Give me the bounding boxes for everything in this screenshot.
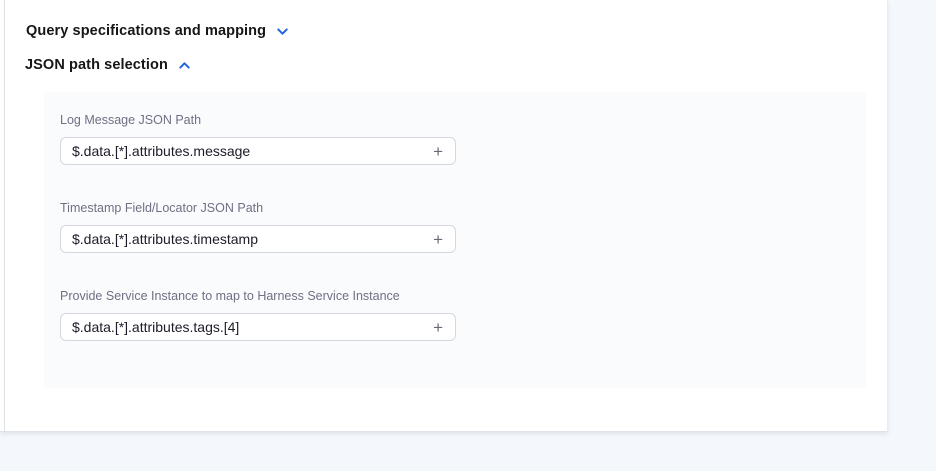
- json-path-selection-panel: Log Message JSON Path + Timestamp Field/…: [44, 92, 866, 388]
- accordion-json-path-selection-label: JSON path selection: [25, 57, 168, 73]
- field-service-instance-json-path: Provide Service Instance to map to Harne…: [60, 288, 850, 341]
- log-message-json-path-input[interactable]: [72, 143, 431, 159]
- field-timestamp-json-path: Timestamp Field/Locator JSON Path +: [60, 200, 850, 253]
- page: Query specifications and mapping JSON pa…: [0, 0, 936, 471]
- service-instance-json-path-label: Provide Service Instance to map to Harne…: [60, 288, 850, 304]
- service-instance-json-path-input[interactable]: [72, 319, 431, 335]
- timestamp-json-path-input-group: +: [60, 225, 456, 253]
- chevron-down-icon[interactable]: [275, 24, 290, 39]
- vertical-divider: [4, 0, 5, 432]
- log-message-json-path-label: Log Message JSON Path: [60, 112, 850, 128]
- content-card: Query specifications and mapping JSON pa…: [0, 0, 888, 432]
- timestamp-json-path-label: Timestamp Field/Locator JSON Path: [60, 200, 850, 216]
- chevron-up-icon[interactable]: [177, 58, 192, 73]
- log-message-add-button[interactable]: +: [431, 143, 445, 160]
- accordion-query-specifications[interactable]: Query specifications and mapping: [26, 23, 887, 39]
- timestamp-add-button[interactable]: +: [431, 231, 445, 248]
- timestamp-json-path-input[interactable]: [72, 231, 431, 247]
- accordion-json-path-selection[interactable]: JSON path selection: [25, 57, 887, 73]
- service-instance-json-path-input-group: +: [60, 313, 456, 341]
- log-message-json-path-input-group: +: [60, 137, 456, 165]
- field-log-message-json-path: Log Message JSON Path +: [60, 112, 850, 165]
- service-instance-add-button[interactable]: +: [431, 319, 445, 336]
- accordion-query-specifications-label: Query specifications and mapping: [26, 23, 266, 39]
